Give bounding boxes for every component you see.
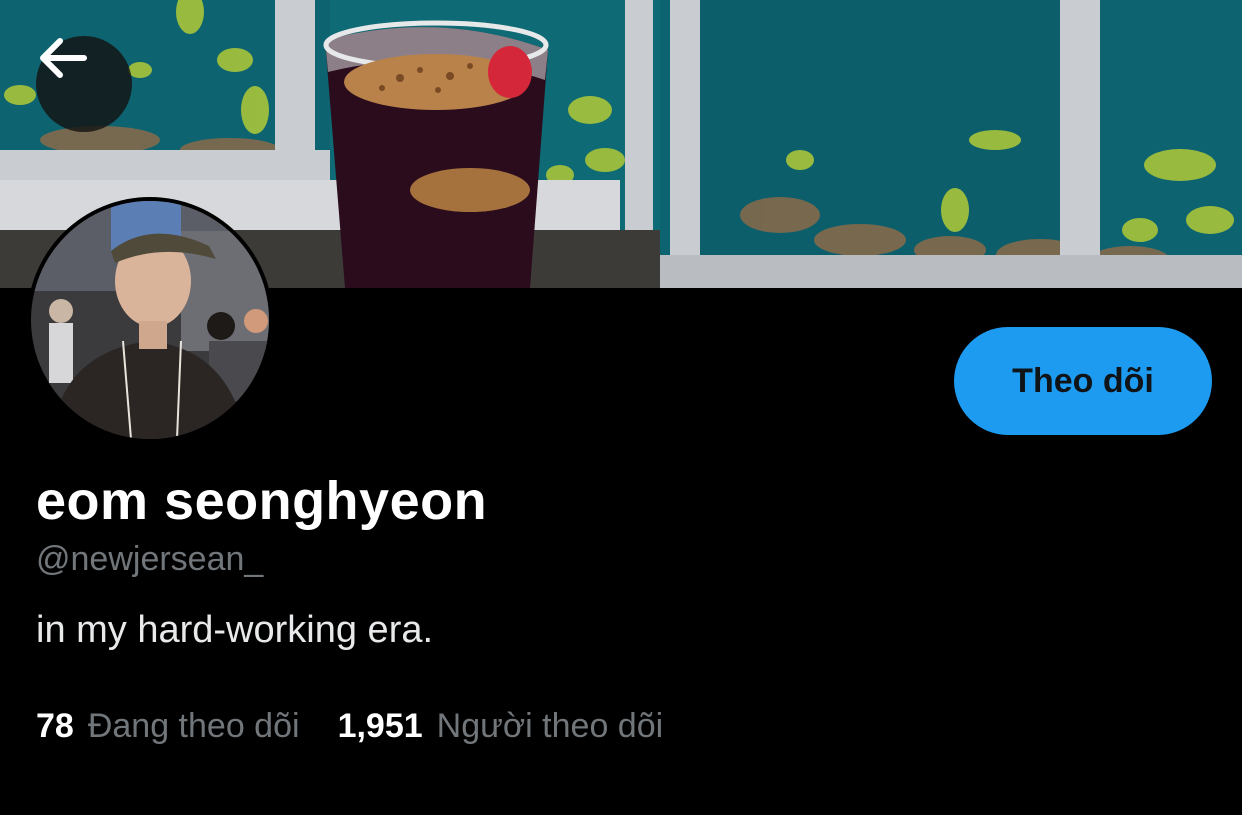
avatar[interactable] bbox=[27, 197, 273, 443]
followers-count: 1,951 bbox=[337, 707, 423, 745]
following-label: Đang theo dõi bbox=[87, 707, 300, 745]
arrow-left-icon bbox=[40, 38, 87, 78]
profile-bio: in my hard-working era. bbox=[36, 609, 434, 651]
back-button[interactable] bbox=[36, 36, 132, 132]
display-name: eom seonghyeon bbox=[36, 471, 488, 531]
avatar-photo bbox=[31, 201, 269, 439]
profile-stats: 78 Đang theo dõi 1,951 Người theo dõi bbox=[36, 707, 701, 746]
user-handle: @newjersean_ bbox=[36, 540, 264, 578]
following-link[interactable]: 78 Đang theo dõi bbox=[36, 707, 300, 746]
follow-button[interactable]: Theo dõi bbox=[954, 327, 1212, 435]
following-count: 78 bbox=[36, 707, 74, 745]
followers-label: Người theo dõi bbox=[436, 707, 664, 745]
followers-link[interactable]: 1,951 Người theo dõi bbox=[338, 707, 664, 746]
